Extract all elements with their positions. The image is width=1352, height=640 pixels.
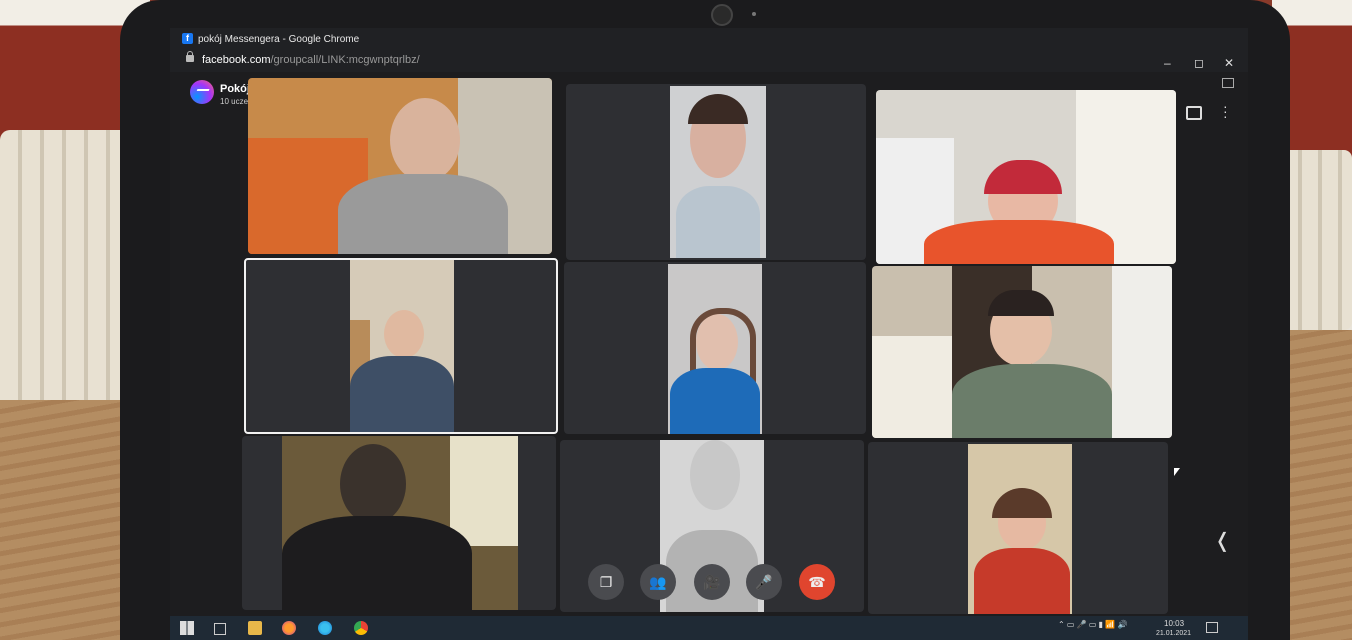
background-radiator-right xyxy=(1282,150,1352,330)
video-tile-active-speaker[interactable] xyxy=(244,258,558,434)
windows-taskbar: ⌃ ▭ 🎤 ▭ ▮ 📶 🔊 10:03 21.01.2021 xyxy=(170,616,1248,640)
laptop-screen: f pokój Messengera - Google Chrome faceb… xyxy=(170,28,1248,640)
task-view-icon[interactable] xyxy=(214,623,226,635)
webcam-icon xyxy=(711,4,733,26)
minimize-button[interactable]: – xyxy=(1164,56,1171,70)
clock-date[interactable]: 21.01.2021 xyxy=(1156,630,1191,637)
mouse-cursor-icon xyxy=(1174,468,1180,476)
messenger-logo-icon xyxy=(190,80,214,104)
maximize-button[interactable]: ◻ xyxy=(1194,56,1204,70)
end-call-button[interactable]: ☎ xyxy=(799,564,835,600)
window-title: pokój Messengera - Google Chrome xyxy=(198,34,360,45)
video-tile[interactable] xyxy=(876,90,1176,264)
share-screen-button[interactable]: ❐ xyxy=(588,564,624,600)
more-options-icon[interactable]: · · · xyxy=(1223,99,1229,123)
video-tile[interactable] xyxy=(242,436,556,610)
url-text[interactable]: facebook.com/groupcall/LINK:mcgwnptqrlbz… xyxy=(202,54,420,66)
mic-toggle-button[interactable]: 🎤 xyxy=(746,564,782,600)
chrome-icon[interactable] xyxy=(354,621,368,635)
edge-icon[interactable] xyxy=(318,621,332,635)
video-toggle-button[interactable]: 🎥 xyxy=(694,564,730,600)
facebook-favicon-icon: f xyxy=(182,33,193,44)
clock-time[interactable]: 10:03 xyxy=(1164,619,1184,628)
chrome-titlebar: f pokój Messengera - Google Chrome xyxy=(170,28,1248,50)
address-bar[interactable]: facebook.com/groupcall/LINK:mcgwnptqrlbz… xyxy=(170,50,1248,72)
firefox-icon[interactable] xyxy=(282,621,296,635)
present-screen-icon[interactable] xyxy=(1186,106,1202,120)
video-tile[interactable] xyxy=(248,78,552,254)
lock-icon xyxy=(186,51,194,62)
webcam-led xyxy=(752,12,756,16)
file-explorer-icon[interactable] xyxy=(248,621,262,635)
windows-start-icon[interactable] xyxy=(180,621,194,635)
participants-button[interactable]: 👥 xyxy=(640,564,676,600)
chevron-left-icon[interactable]: ❬ xyxy=(1214,528,1231,553)
video-tile[interactable] xyxy=(872,266,1172,438)
close-button[interactable]: ✕ xyxy=(1224,56,1234,70)
video-tile[interactable] xyxy=(868,442,1168,614)
video-tile[interactable] xyxy=(564,262,866,434)
cast-icon[interactable] xyxy=(1222,78,1234,88)
video-tile[interactable] xyxy=(566,84,866,260)
tray-icons[interactable]: ⌃ ▭ 🎤 ▭ ▮ 📶 🔊 xyxy=(1058,620,1127,629)
notification-icon[interactable] xyxy=(1206,622,1218,633)
